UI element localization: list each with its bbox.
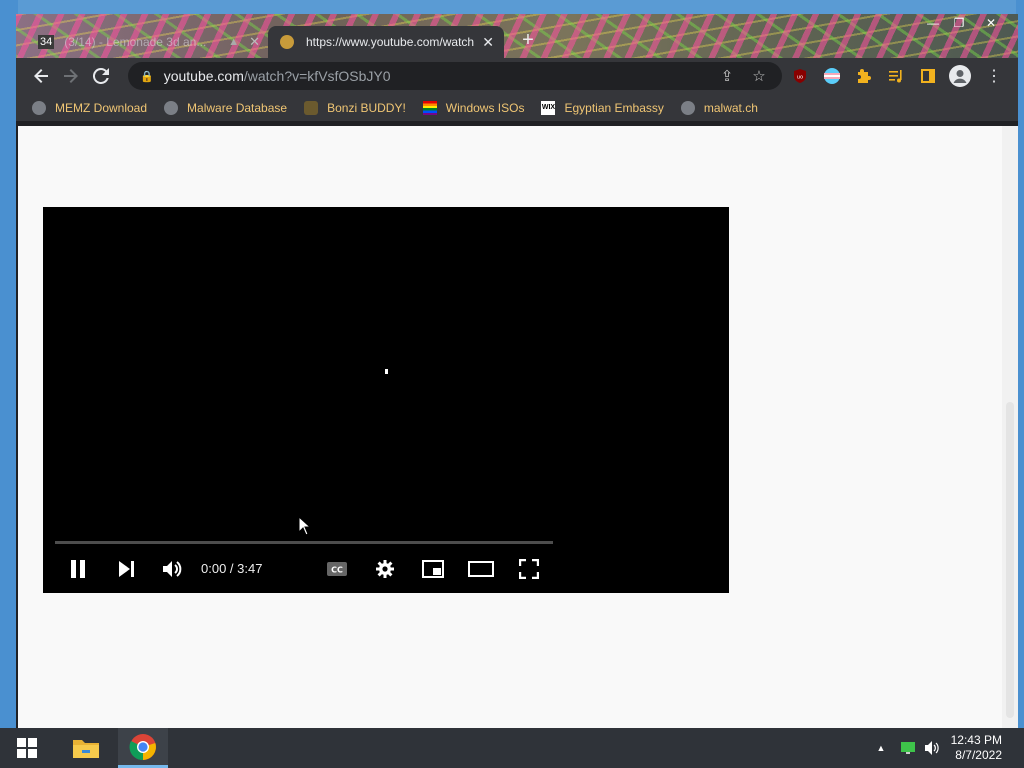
wix-icon: WIX [541,100,556,115]
tab-strip: 34 (3/14) - Lemonade 3d an... ▲ ✕ https:… [16,14,1018,58]
svg-text:uo: uo [797,75,803,81]
extensions-puzzle-icon[interactable] [852,64,876,88]
bookmark-label: malwat.ch [703,100,758,115]
windows-logo-icon [17,738,37,758]
bookmark-bonzi-buddy[interactable]: Bonzi BUDDY! [304,100,406,115]
side-panel-icon[interactable] [916,64,940,88]
tab-audio-icon[interactable]: ▲ [228,36,239,48]
chrome-taskbar-icon[interactable] [118,728,168,768]
rainbow-flag-icon [422,100,437,115]
tab-title: https://www.youtube.com/watch [306,35,475,49]
bookmarks-bar: MEMZ Download Malware Database Bonzi BUD… [16,94,1018,122]
ublock-icon[interactable]: uo [788,64,812,88]
network-icon[interactable] [898,728,918,768]
bookmark-label: MEMZ Download [55,100,148,115]
media-control-icon[interactable] [884,64,908,88]
tab-favicon-icon [280,35,294,49]
globe-icon [164,100,179,115]
subtitles-button[interactable]: CC [323,555,351,583]
miniplayer-icon[interactable] [419,555,447,583]
start-button[interactable] [8,728,46,768]
show-hidden-icons-icon[interactable]: ▲ [872,728,890,768]
next-button[interactable] [113,555,139,583]
url-path: /watch?v=kfVsfOSbJY0 [243,68,391,84]
share-icon[interactable]: ⇪ [714,62,740,90]
fullscreen-icon[interactable] [515,555,543,583]
tab-close-icon[interactable]: ✕ [482,34,494,51]
bookmark-star-icon[interactable]: ☆ [746,62,772,90]
tab-badge: 34 [38,35,55,49]
browser-toolbar: 🔒 youtube.com/watch?v=kfVsfOSbJY0 ⇪ ☆ uo [16,58,1018,94]
bookmark-malwatch[interactable]: malwat.ch [680,100,758,115]
address-bar[interactable]: 🔒 youtube.com/watch?v=kfVsfOSbJY0 ⇪ ☆ [128,62,782,90]
reload-icon[interactable] [86,61,116,91]
url-host: youtube.com [163,68,244,84]
back-icon[interactable] [26,61,56,91]
globe-icon [680,100,695,115]
pause-button[interactable] [65,555,91,583]
scrollbar[interactable] [1002,126,1018,728]
profile-avatar-icon[interactable] [948,64,972,88]
clock-date: 8/7/2022 [955,748,1002,762]
bookmark-windows-isos[interactable]: Windows ISOs [422,100,525,115]
chrome-window: 34 (3/14) - Lemonade 3d an... ▲ ✕ https:… [16,14,1018,728]
progress-bar[interactable] [55,541,553,544]
page-content: 0:00 / 3:47 CC [18,126,1018,728]
trans-flag-extension-icon[interactable] [820,64,844,88]
bookmark-memz[interactable]: MEMZ Download [32,100,148,115]
bonzi-icon [304,100,319,115]
lock-icon[interactable]: 🔒 [140,70,154,83]
tab-title: (3/14) - Lemonade 3d an... [64,35,207,49]
bookmark-label: Egyptian Embassy [564,100,664,115]
menu-kebab-icon[interactable]: ⋮ [982,64,1006,88]
close-window-icon[interactable]: ✕ [976,14,1006,32]
tab-inactive[interactable]: 34 (3/14) - Lemonade 3d an... ▲ ✕ [32,26,268,58]
desktop: 34 (3/14) - Lemonade 3d an... ▲ ✕ https:… [0,0,1024,768]
bookmark-label: Malware Database [187,100,288,115]
time-display: 0:00 / 3:47 [201,561,263,576]
taskbar: ▲ 12:43 PM 8/7/2022 [0,728,1024,768]
scrollbar-thumb[interactable] [1006,402,1014,718]
volume-tray-icon[interactable] [922,728,942,768]
taskbar-clock[interactable]: 12:43 PM 8/7/2022 [951,733,1002,763]
tab-close-icon[interactable]: ✕ [249,34,260,50]
svg-text:CC: CC [331,566,343,575]
maximize-icon[interactable]: ❐ [944,14,974,32]
bookmark-egyptian-embassy[interactable]: WIX Egyptian Embassy [541,100,664,115]
bookmark-label: Windows ISOs [445,100,525,115]
volume-button[interactable] [159,555,185,583]
file-explorer-icon[interactable] [64,728,108,768]
forward-icon[interactable] [56,61,86,91]
bookmark-malware-database[interactable]: Malware Database [164,100,288,115]
globe-icon [32,100,46,115]
new-tab-icon[interactable]: + [516,28,540,52]
theater-mode-icon[interactable] [467,555,495,583]
settings-gear-icon[interactable] [371,555,399,583]
clock-time: 12:43 PM [950,733,1002,747]
loading-spinner [385,369,388,374]
bookmark-label: Bonzi BUDDY! [327,100,406,115]
tab-active[interactable]: https://www.youtube.com/watch ✕ [268,26,504,58]
video-player[interactable]: 0:00 / 3:47 CC [43,207,729,593]
